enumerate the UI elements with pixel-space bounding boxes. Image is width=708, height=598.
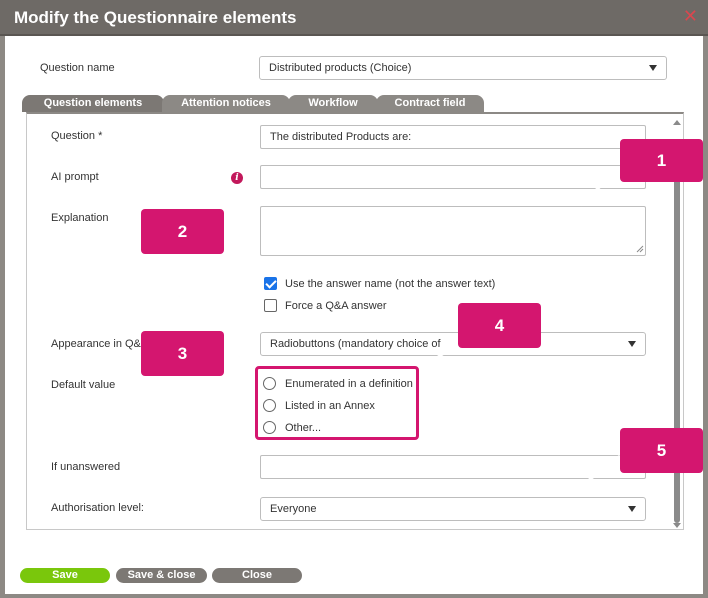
tab-contract-field[interactable]: Contract field [376,95,484,112]
callout-4: 4 [458,303,541,348]
dialog-frame-right [703,36,708,598]
default-value-option-label: Enumerated in a definition [285,377,413,390]
callout-2: 2 [141,209,224,254]
default-value-label: Default value [51,379,116,391]
default-value-option-label: Listed in an Annex [285,399,375,412]
dialog-frame-left [0,36,5,598]
save-close-button[interactable]: Save & close [116,568,207,583]
question-name-label: Question name [40,62,115,74]
default-value-option[interactable]: Other... [263,421,321,434]
question-value: The distributed Products are: [270,131,412,143]
default-value-option[interactable]: Listed in an Annex [263,399,375,412]
dialog-frame-bottom [0,594,708,598]
force-qa-label: Force a Q&A answer [285,299,387,312]
radio-button[interactable] [263,399,276,412]
default-value-option-label: Other... [285,421,322,434]
authorisation-select[interactable]: Everyone [260,497,646,521]
dialog-title: Modify the Questionnaire elements [14,8,297,27]
force-qa-checkbox[interactable]: Force a Q&A answer [264,299,387,312]
authorisation-label: Authorisation level: [51,502,144,514]
close-icon[interactable]: ✕ [683,7,698,25]
tab-workflow[interactable]: Workflow [288,95,378,112]
explanation-label: Explanation [51,212,109,224]
use-answer-name-label: Use the answer name (not the answer text… [285,277,496,290]
checkbox-unchecked[interactable] [264,299,277,312]
default-value-option[interactable]: Enumerated in a definition [263,377,413,390]
if-unanswered-label: If unanswered [51,461,121,473]
radio-button[interactable] [263,377,276,390]
use-answer-name-checkbox[interactable]: Use the answer name (not the answer text… [264,277,495,290]
scroll-down-icon[interactable] [673,523,681,528]
authorisation-value: Everyone [270,503,317,515]
info-icon[interactable]: i [231,172,243,184]
appearance-label: Appearance in Q& [51,338,141,350]
scroll-up-icon[interactable] [673,120,681,125]
chevron-down-icon [649,65,657,71]
checkbox-checked[interactable] [264,277,277,290]
chevron-down-icon [628,506,636,512]
ai-prompt-label: AI prompt [51,171,99,183]
question-name-select[interactable]: Distributed products (Choice) [259,56,667,80]
chevron-down-icon [628,341,636,347]
explanation-textarea[interactable] [260,206,646,256]
if-unanswered-input[interactable] [260,455,646,479]
tab-attention-notices[interactable]: Attention notices [162,95,290,112]
question-input[interactable]: The distributed Products are: [260,125,646,149]
callout-5: 5 [620,428,703,473]
dialog-titlebar: Modify the Questionnaire elements ✕ [0,0,708,36]
question-label: Question * [51,130,103,142]
tab-question-elements[interactable]: Question elements [22,95,164,112]
appearance-value: Radiobuttons (mandatory choice of [270,338,441,350]
callout-3: 3 [141,331,224,376]
callout-1: 1 [620,139,703,182]
radio-button[interactable] [263,421,276,434]
save-button[interactable]: Save [20,568,110,583]
appearance-select[interactable]: Radiobuttons (mandatory choice of lic [260,332,646,356]
ai-prompt-input[interactable] [260,165,646,189]
question-name-value: Distributed products (Choice) [269,62,412,74]
close-button[interactable]: Close [212,568,302,583]
resize-grip-icon[interactable] [636,245,644,253]
